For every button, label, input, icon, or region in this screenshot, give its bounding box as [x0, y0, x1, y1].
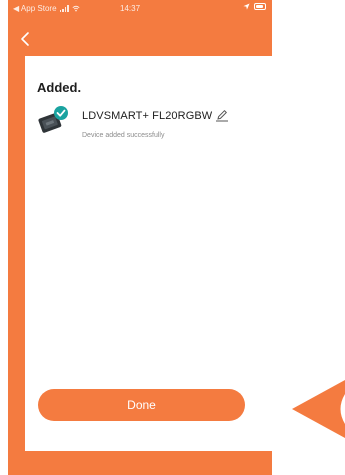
phone-screen: ◀ App Store 14:37 Added. LDVSMART+ FL20R…	[8, 0, 272, 475]
status-back-app-label: ◀ App Store	[13, 4, 57, 13]
arrow-pointer-icon	[292, 380, 345, 438]
device-name: LDVSMART+ FL20RGBW	[82, 110, 213, 122]
device-status: Device added successfully	[82, 132, 165, 139]
status-bar: ◀ App Store 14:37	[8, 0, 272, 16]
wifi-icon	[71, 5, 80, 12]
status-back-to-app[interactable]: ◀ App Store	[13, 4, 80, 13]
done-button[interactable]: Done	[38, 389, 245, 421]
status-indicators	[243, 3, 266, 10]
battery-icon	[254, 3, 266, 10]
location-arrow-icon	[243, 3, 250, 10]
check-circle-icon	[54, 106, 68, 120]
pencil-icon[interactable]	[215, 108, 229, 122]
status-time: 14:37	[120, 4, 141, 13]
device-image	[38, 106, 68, 133]
signal-icon	[59, 5, 69, 12]
result-card: Added. LDVSMART+ FL20RGBW Device added s…	[25, 56, 272, 451]
page-title: Added.	[37, 80, 82, 95]
back-button[interactable]	[18, 30, 34, 48]
